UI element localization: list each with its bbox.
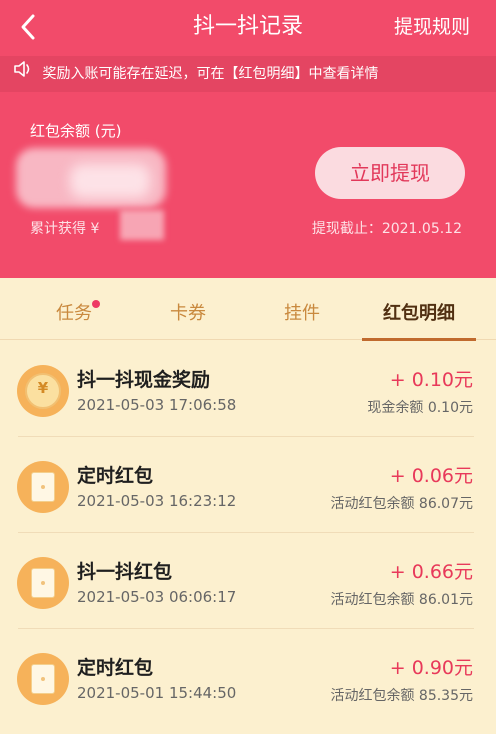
red-envelope-icon bbox=[17, 653, 69, 705]
tab-tasks-badge bbox=[92, 300, 100, 308]
tab-tasks[interactable]: 任务 bbox=[38, 278, 110, 340]
coin-icon: ¥ bbox=[17, 365, 69, 417]
record-title: 抖一抖红包 bbox=[77, 561, 173, 583]
record-time: 2021-05-03 17:06:58 bbox=[77, 396, 237, 414]
record-time: 2021-05-03 16:23:12 bbox=[77, 492, 237, 510]
record-amount: + 0.66元 bbox=[389, 561, 473, 583]
record-amount: + 0.10元 bbox=[389, 369, 473, 391]
withdraw-rules-link[interactable]: 提现规则 bbox=[394, 13, 470, 41]
record-time: 2021-05-01 15:44:50 bbox=[77, 684, 237, 702]
tab-coupons[interactable]: 卡券 bbox=[152, 278, 224, 340]
record-balance: 活动红包余额 85.35元 bbox=[330, 688, 473, 704]
record-amount: + 0.06元 bbox=[389, 465, 473, 487]
top-bar: 抖一抖记录 提现规则 bbox=[0, 0, 496, 56]
tab-pendants[interactable]: 挂件 bbox=[266, 278, 338, 340]
tab-bar: 任务 卡券 挂件 红包明细 bbox=[0, 278, 496, 341]
record-title: 定时红包 bbox=[77, 465, 154, 487]
withdraw-button[interactable]: 立即提现 bbox=[315, 147, 465, 199]
balance-value-blurred-inner bbox=[70, 164, 150, 198]
record-balance: 活动红包余额 86.01元 bbox=[330, 592, 473, 608]
record-balance: 现金余额 0.10元 bbox=[367, 400, 473, 416]
list-item[interactable]: 抖一抖红包 2021-05-03 06:06:17 + 0.66元 活动红包余额… bbox=[0, 533, 496, 629]
speaker-icon bbox=[14, 56, 32, 91]
record-title: 抖一抖现金奖励 bbox=[77, 369, 211, 391]
red-envelope-icon bbox=[17, 461, 69, 513]
list-item[interactable]: 定时红包 2021-05-03 16:23:12 + 0.06元 活动红包余额 … bbox=[0, 437, 496, 533]
notice-text: 奖励入账可能存在延迟，可在【红包明细】中查看详情 bbox=[42, 66, 379, 82]
list-item[interactable]: ¥ 抖一抖现金奖励 2021-05-03 17:06:58 + 0.10元 现金… bbox=[0, 341, 496, 437]
record-amount: + 0.90元 bbox=[389, 657, 473, 679]
balance-label: 红包余额 (元) bbox=[30, 122, 122, 140]
tab-redpacket-details[interactable]: 红包明细 bbox=[362, 278, 476, 340]
record-title: 定时红包 bbox=[77, 657, 154, 679]
notice-bar: 奖励入账可能存在延迟，可在【红包明细】中查看详情 bbox=[0, 56, 496, 92]
record-time: 2021-05-03 06:06:17 bbox=[77, 588, 237, 606]
withdraw-deadline: 提现截止：2021.05.12 bbox=[311, 221, 462, 237]
total-earned-value-blurred bbox=[120, 210, 164, 240]
total-earned-label: 累计获得 ¥ bbox=[30, 221, 100, 237]
list-item[interactable]: 定时红包 2021-05-01 15:44:50 + 0.90元 活动红包余额 … bbox=[0, 629, 496, 725]
balance-panel: 红包余额 (元) 立即提现 累计获得 ¥ 提现截止：2021.05.12 bbox=[0, 92, 496, 278]
red-envelope-icon bbox=[17, 557, 69, 609]
record-balance: 活动红包余额 86.07元 bbox=[330, 496, 473, 512]
